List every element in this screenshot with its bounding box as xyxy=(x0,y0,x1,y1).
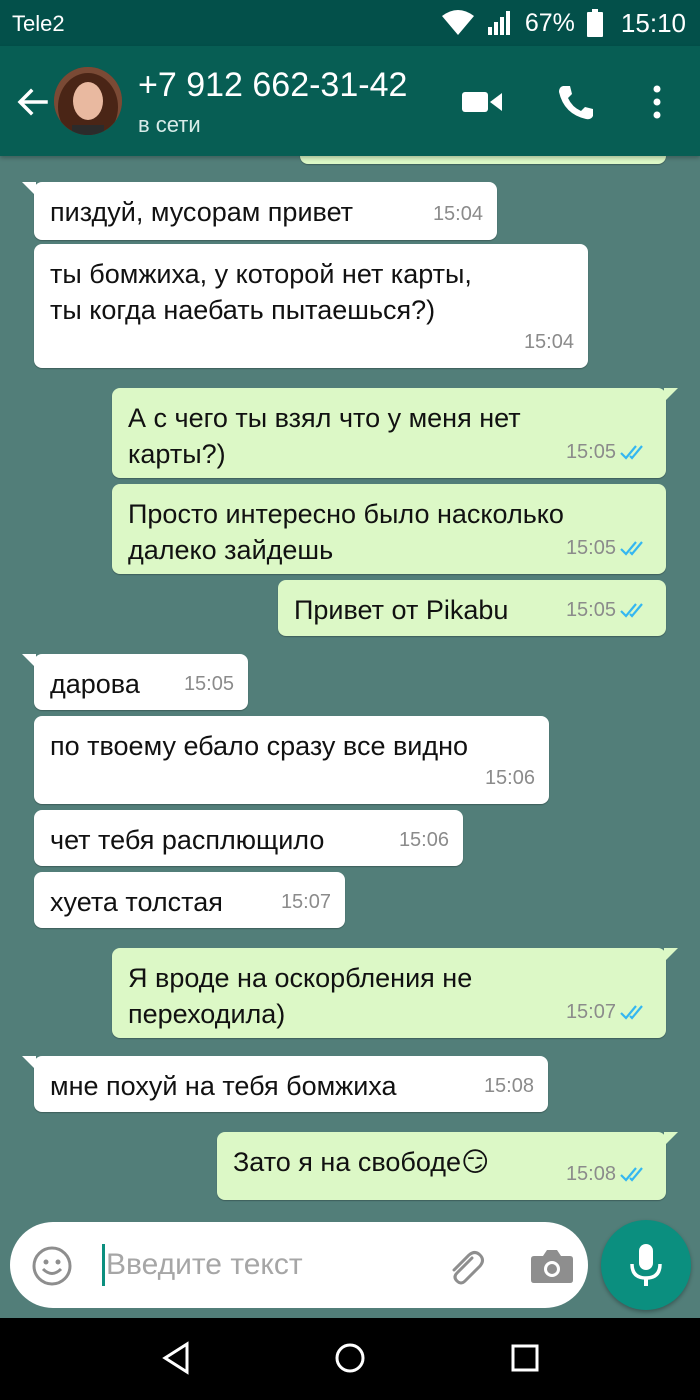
message-text: по твоему ебало сразу все видно xyxy=(50,731,469,761)
message-text: Привет от Pikabu xyxy=(294,595,509,625)
carrier-label: Tele2 xyxy=(12,11,65,36)
message-bubble-incoming[interactable]: ты бомжиха, у которой нет карты, ты когд… xyxy=(34,244,588,368)
read-receipt-icon xyxy=(620,1167,643,1182)
message-bubble-incoming[interactable]: хуета толстая 15:07 xyxy=(34,872,345,928)
arrow-left-icon[interactable] xyxy=(12,82,52,122)
message-bubble-partial xyxy=(300,156,666,164)
read-receipt-icon xyxy=(620,1005,643,1020)
message-time: 15:06 xyxy=(484,767,535,789)
message-text: А с чего ты взял что у меня нет карты?) xyxy=(128,403,521,469)
message-input[interactable] xyxy=(106,1244,426,1286)
message-text: мне похуй на тебя бомжиха xyxy=(50,1071,397,1101)
system-nav-bar xyxy=(0,1318,700,1400)
message-text: дарова xyxy=(50,669,140,699)
presence-status: в сети xyxy=(138,112,201,137)
camera-icon[interactable] xyxy=(528,1244,576,1288)
message-text: пиздуй, мусорам привет xyxy=(50,197,354,227)
battery-icon xyxy=(586,9,603,37)
message-list[interactable]: пиздуй, мусорам привет 15:04 ты бомжиха,… xyxy=(0,156,700,1216)
message-bubble-incoming[interactable]: дарова 15:05 xyxy=(22,654,248,710)
read-receipt-icon xyxy=(620,445,643,460)
paperclip-icon[interactable] xyxy=(442,1244,486,1288)
message-text: Просто интересно было насколько далеко з… xyxy=(128,499,564,565)
read-receipt-icon xyxy=(620,603,643,618)
message-time: 15:07 xyxy=(565,1001,616,1023)
read-receipt-icon xyxy=(620,541,643,556)
message-time: 15:04 xyxy=(523,331,574,353)
message-bubble-incoming[interactable]: по твоему ебало сразу все видно 15:06 xyxy=(34,716,549,804)
message-bubble-incoming[interactable]: чет тебя расплющило 15:06 xyxy=(34,810,463,866)
nav-recents-icon[interactable] xyxy=(505,1338,545,1378)
text-cursor xyxy=(102,1244,105,1286)
message-bubble-incoming[interactable]: мне похуй на тебя бомжиха 15:08 xyxy=(22,1056,548,1112)
wifi-icon xyxy=(441,10,474,35)
message-bubble-outgoing[interactable]: Просто интересно было насколько далеко з… xyxy=(112,484,666,574)
contact-name[interactable]: +7 912 662-31-42 xyxy=(138,66,407,105)
video-call-icon[interactable] xyxy=(460,82,504,122)
message-bubble-incoming[interactable]: пиздуй, мусорам привет 15:04 xyxy=(22,182,497,240)
status-bar: Tele2 67% 15:10 xyxy=(0,0,700,46)
message-time: 15:05 xyxy=(565,441,616,463)
microphone-icon xyxy=(630,1244,662,1286)
nav-home-icon[interactable] xyxy=(330,1338,370,1378)
signal-icon xyxy=(487,11,510,35)
message-text: ты бомжиха, у которой нет карты, ты когд… xyxy=(50,259,472,325)
message-time: 15:05 xyxy=(565,537,616,559)
message-time: 15:05 xyxy=(183,673,234,695)
message-text: чет тебя расплющило xyxy=(50,825,325,855)
message-text: Я вроде на оскорбления не переходила) xyxy=(128,963,473,1029)
message-composer xyxy=(10,1222,588,1308)
mic-button[interactable] xyxy=(601,1220,691,1310)
clock: 15:10 xyxy=(620,7,686,38)
phone-icon[interactable] xyxy=(553,82,597,122)
chat-header: +7 912 662-31-42 в сети xyxy=(0,46,700,156)
message-time: 15:04 xyxy=(432,203,483,225)
message-time: 15:08 xyxy=(565,1163,616,1185)
more-vert-icon[interactable] xyxy=(635,82,679,122)
message-bubble-outgoing[interactable]: Я вроде на оскорбления не переходила) 15… xyxy=(112,948,678,1038)
message-time: 15:05 xyxy=(565,599,616,621)
avatar[interactable] xyxy=(54,67,122,135)
message-time: 15:07 xyxy=(280,891,331,913)
emoji-icon[interactable] xyxy=(30,1244,74,1288)
message-time: 15:06 xyxy=(398,829,449,851)
nav-back-icon[interactable] xyxy=(157,1338,197,1378)
message-bubble-outgoing[interactable]: Зато я на свободе😏 15:08 xyxy=(217,1132,678,1200)
message-bubble-outgoing[interactable]: А с чего ты взял что у меня нет карты?) … xyxy=(112,388,678,478)
message-text: хуета толстая xyxy=(50,887,223,917)
message-text: Зато я на свободе😏 xyxy=(233,1147,490,1177)
message-bubble-outgoing[interactable]: Привет от Pikabu 15:05 xyxy=(278,580,666,636)
battery-percent: 67% xyxy=(524,8,575,37)
message-time: 15:08 xyxy=(483,1075,534,1097)
